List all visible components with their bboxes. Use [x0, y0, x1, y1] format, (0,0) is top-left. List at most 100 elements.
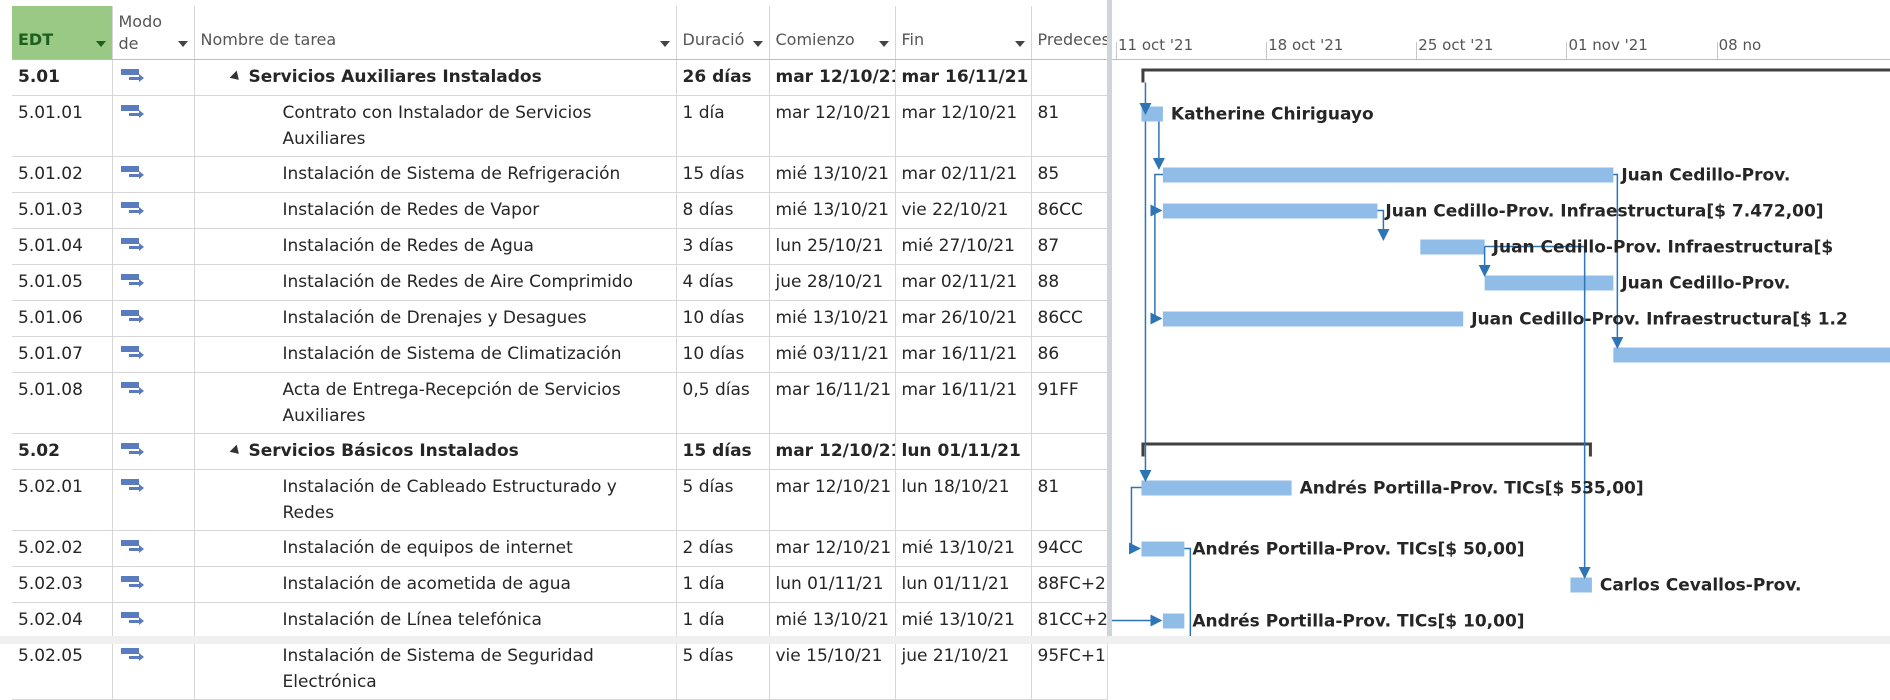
task-bar[interactable] [1162, 311, 1464, 327]
finish-cell[interactable]: lun 01/11/21 [895, 433, 1032, 470]
task-name-cell[interactable]: Instalación de equipos de internet [194, 530, 677, 567]
start-cell[interactable]: mar 12/10/21 [769, 469, 896, 531]
finish-cell[interactable]: mar 12/10/21 [895, 95, 1032, 157]
duration-cell[interactable]: 1 día [676, 95, 770, 157]
edt-cell[interactable]: 5.01.07 [12, 336, 113, 373]
predecessors-cell[interactable] [1031, 433, 1108, 470]
task-row[interactable]: 5.02.03 Instalación de acometida de agua 1… [12, 566, 1108, 603]
task-bar[interactable] [1420, 239, 1485, 255]
task-row[interactable]: 5.02.02 Instalación de equipos de interne… [12, 530, 1108, 567]
duration-cell[interactable]: 15 días [676, 433, 770, 470]
duration-cell[interactable]: 3 días [676, 228, 770, 265]
predecessors-cell[interactable]: 85 [1031, 156, 1108, 193]
column-header-duracion[interactable]: Duració [676, 6, 770, 60]
finish-cell[interactable]: mar 16/11/21 [895, 336, 1032, 373]
task-row[interactable]: 5.01.04 Instalación de Redes de Agua 3 día… [12, 228, 1108, 265]
mode-cell[interactable] [112, 156, 195, 193]
task-name-cell[interactable]: Instalación de Redes de Aire Comprimido [194, 264, 677, 301]
duration-cell[interactable]: 1 día [676, 566, 770, 603]
finish-cell[interactable]: lun 01/11/21 [895, 566, 1032, 603]
start-cell[interactable]: mar 12/10/21 [769, 433, 896, 470]
start-cell[interactable]: mié 03/11/21 [769, 336, 896, 373]
task-row[interactable]: 5.01.05 Instalación de Redes de Aire Comp… [12, 264, 1108, 301]
mode-cell[interactable] [112, 433, 195, 470]
summary-bar[interactable] [1141, 68, 1890, 83]
column-header-edt[interactable]: EDT [12, 6, 113, 60]
predecessors-cell[interactable]: 86CC [1031, 192, 1108, 229]
finish-cell[interactable]: mar 26/10/21 [895, 300, 1032, 337]
collapse-triangle-icon[interactable] [229, 70, 242, 84]
finish-cell[interactable]: vie 22/10/21 [895, 192, 1032, 229]
task-row[interactable]: 5.01.03 Instalación de Redes de Vapor 8 dí… [12, 192, 1108, 229]
finish-cell[interactable]: mar 16/11/21 [895, 372, 1032, 434]
edt-cell[interactable]: 5.01.03 [12, 192, 113, 229]
mode-cell[interactable] [112, 638, 195, 700]
task-row[interactable]: 5.01.08 Acta de Entrega-Recepción de Serv… [12, 372, 1108, 434]
column-header-comienzo[interactable]: Comienzo [769, 6, 896, 60]
dropdown-arrow-icon[interactable] [752, 41, 763, 47]
task-row[interactable]: 5.01.07 Instalación de Sistema de Climati… [12, 336, 1108, 373]
mode-cell[interactable] [112, 228, 195, 265]
task-name-cell[interactable]: Instalación de Drenajes y Desagues [194, 300, 677, 337]
task-bar[interactable] [1613, 347, 1890, 363]
summary-task-row[interactable]: 5.02 Servicios Básicos Instalados 15 días m… [12, 433, 1108, 470]
task-name-cell[interactable]: Instalación de Redes de Vapor [194, 192, 677, 229]
task-bar[interactable] [1141, 106, 1163, 122]
edt-cell[interactable]: 5.02.05 [12, 638, 113, 700]
duration-cell[interactable]: 4 días [676, 264, 770, 301]
edt-cell[interactable]: 5.01.04 [12, 228, 113, 265]
finish-cell[interactable]: mié 13/10/21 [895, 530, 1032, 567]
task-name-cell[interactable]: Instalación de Sistema de Seguridad Elec… [194, 638, 677, 700]
task-bar[interactable] [1162, 613, 1185, 629]
mode-cell[interactable] [112, 566, 195, 603]
predecessors-cell[interactable]: 86 [1031, 336, 1108, 373]
start-cell[interactable]: lun 01/11/21 [769, 566, 896, 603]
horizontal-scrollbar[interactable] [0, 636, 1890, 644]
mode-cell[interactable] [112, 469, 195, 531]
finish-cell[interactable]: mar 02/11/21 [895, 156, 1032, 193]
edt-cell[interactable]: 5.01.01 [12, 95, 113, 157]
task-bar[interactable] [1141, 541, 1185, 557]
task-row[interactable]: 5.01.02 Instalación de Sistema de Refrige… [12, 156, 1108, 193]
dropdown-arrow-icon[interactable] [1014, 41, 1025, 47]
summary-bar[interactable] [1141, 442, 1592, 457]
start-cell[interactable]: lun 25/10/21 [769, 228, 896, 265]
start-cell[interactable]: mié 13/10/21 [769, 300, 896, 337]
predecessors-cell[interactable]: 81 [1031, 469, 1108, 531]
predecessors-cell[interactable]: 88 [1031, 264, 1108, 301]
predecessors-cell[interactable] [1031, 59, 1108, 96]
edt-cell[interactable]: 5.02.03 [12, 566, 113, 603]
edt-cell[interactable]: 5.01 [12, 59, 113, 96]
mode-cell[interactable] [112, 300, 195, 337]
column-header-modo[interactable]: Modo de [112, 6, 195, 60]
start-cell[interactable]: vie 15/10/21 [769, 638, 896, 700]
predecessors-cell[interactable]: 87 [1031, 228, 1108, 265]
predecessors-cell[interactable]: 88FC+2 d [1031, 566, 1108, 603]
mode-cell[interactable] [112, 95, 195, 157]
column-header-nombre[interactable]: Nombre de tarea [194, 6, 677, 60]
start-cell[interactable]: jue 28/10/21 [769, 264, 896, 301]
mode-cell[interactable] [112, 372, 195, 434]
duration-cell[interactable]: 5 días [676, 469, 770, 531]
task-bar[interactable] [1162, 203, 1378, 219]
duration-cell[interactable]: 15 días [676, 156, 770, 193]
finish-cell[interactable]: mié 27/10/21 [895, 228, 1032, 265]
finish-cell[interactable]: mar 02/11/21 [895, 264, 1032, 301]
task-bar[interactable] [1141, 480, 1292, 496]
task-name-cell[interactable]: Instalación de Sistema de Climatización [194, 336, 677, 373]
summary-task-row[interactable]: 5.01 Servicios Auxiliares Instalados 26 dí… [12, 59, 1108, 96]
task-name-cell[interactable]: Acta de Entrega-Recepción de Servicios A… [194, 372, 677, 434]
duration-cell[interactable]: 5 días [676, 638, 770, 700]
predecessors-cell[interactable]: 95FC+1 d [1031, 638, 1108, 700]
duration-cell[interactable]: 26 días [676, 59, 770, 96]
task-name-cell[interactable]: Servicios Auxiliares Instalados [194, 59, 677, 96]
task-name-cell[interactable]: Instalación de Línea telefónica [194, 602, 677, 639]
duration-cell[interactable]: 10 días [676, 300, 770, 337]
duration-cell[interactable]: 0,5 días [676, 372, 770, 434]
edt-cell[interactable]: 5.02.02 [12, 530, 113, 567]
task-row[interactable]: 5.02.05 Instalación de Sistema de Segurid… [12, 638, 1108, 700]
predecessors-cell[interactable]: 94CC [1031, 530, 1108, 567]
edt-cell[interactable]: 5.02.01 [12, 469, 113, 531]
column-header-fin[interactable]: Fin [895, 6, 1032, 60]
edt-cell[interactable]: 5.01.06 [12, 300, 113, 337]
